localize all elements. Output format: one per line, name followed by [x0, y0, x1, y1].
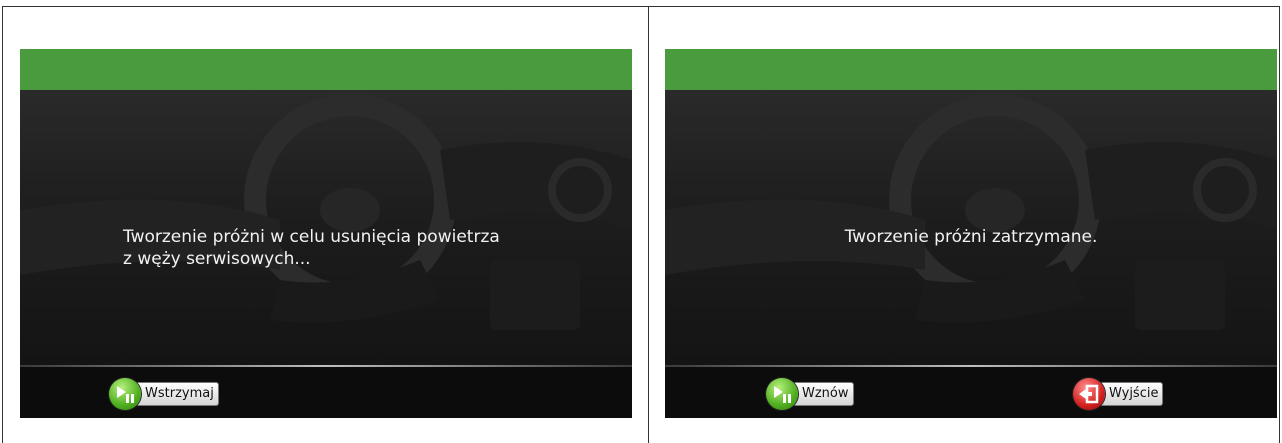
header-bar [20, 49, 632, 90]
status-message: Tworzenie próżni w celu usunięcia powiet… [123, 227, 500, 269]
car-interior-background: Tworzenie próżni w celu usunięcia powiet… [20, 90, 632, 365]
right-panel: Tworzenie próżni zatrzymane. Wznów Wyjśc… [648, 6, 1280, 443]
exit-button[interactable]: Wyjście [1073, 378, 1164, 410]
header-bar [665, 49, 1277, 90]
car-interior-background: Tworzenie próżni zatrzymane. [665, 90, 1277, 365]
button-bar [665, 367, 1277, 418]
status-message: Tworzenie próżni zatrzymane. [844, 227, 1098, 247]
pause-button-label: Wstrzymaj [135, 382, 219, 406]
play-pause-icon [109, 378, 141, 410]
resume-button[interactable]: Wznów [766, 378, 854, 410]
pause-button[interactable]: Wstrzymaj [109, 378, 219, 410]
resume-button-label: Wznów [792, 382, 854, 406]
play-pause-icon [766, 378, 798, 410]
exit-button-label: Wyjście [1099, 382, 1164, 406]
vacuum-progress-screen: Tworzenie próżni w celu usunięcia powiet… [20, 49, 632, 418]
exit-door-icon [1073, 378, 1105, 410]
vacuum-stopped-screen: Tworzenie próżni zatrzymane. Wznów Wyjśc… [665, 49, 1277, 418]
left-panel: Tworzenie próżni w celu usunięcia powiet… [2, 6, 649, 443]
